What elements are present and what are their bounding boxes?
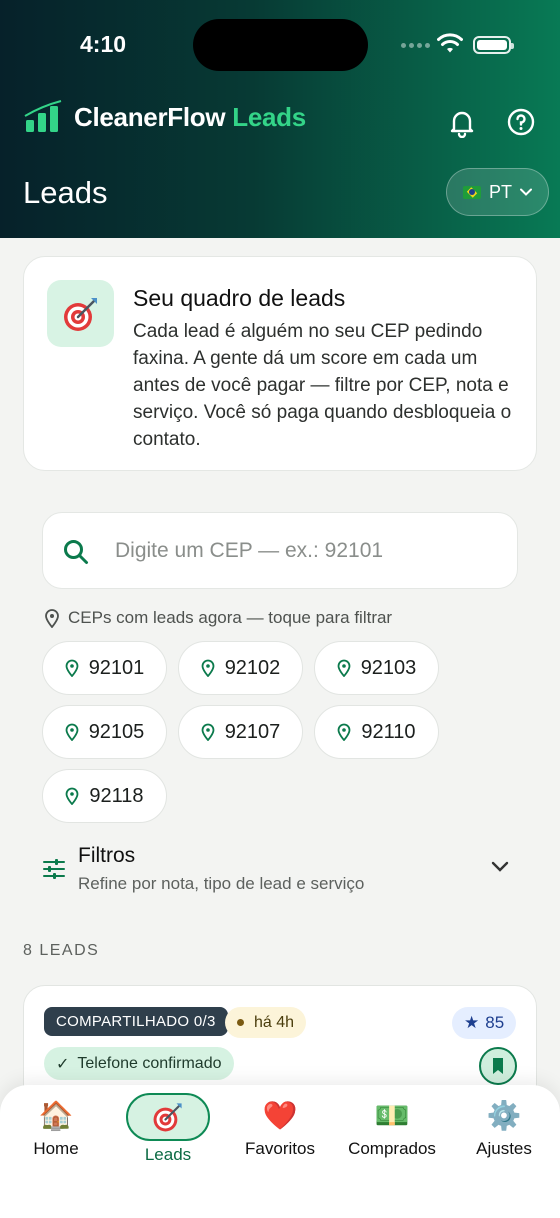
cep-chip[interactable]: 92110	[314, 705, 439, 759]
location-pin-icon	[65, 659, 79, 677]
filters-title: Filtros	[78, 844, 136, 867]
cep-search-input[interactable]	[115, 531, 495, 571]
language-label: PT	[488, 181, 512, 202]
screen: 4:10 CleanerFlow Leads Leads PT Seu quad…	[0, 0, 560, 1218]
cep-chip[interactable]: 92118	[42, 769, 167, 823]
cep-chip-label: 92118	[89, 784, 144, 807]
bookmark-button[interactable]	[479, 1047, 517, 1085]
language-selector[interactable]: PT	[446, 168, 549, 216]
location-pin-icon	[338, 723, 351, 741]
filters-subtitle: Refine por nota, tipo de lead e serviço	[78, 874, 365, 893]
location-pin-icon	[337, 659, 351, 677]
target-icon	[47, 280, 114, 347]
gear-icon: ⚙️	[486, 1099, 522, 1132]
signal-icon	[401, 43, 430, 48]
help-icon[interactable]	[507, 108, 535, 136]
sliders-icon	[43, 859, 65, 879]
cep-chip-label: 92107	[224, 720, 281, 743]
heart-icon: ❤️	[262, 1099, 298, 1132]
cep-search[interactable]	[42, 512, 518, 589]
nav-comprados-label: Comprados	[348, 1139, 436, 1158]
dot-icon	[237, 1019, 244, 1026]
intro-body: Cada lead é alguém no seu CEP pedindo fa…	[133, 321, 512, 450]
chevron-down-icon	[491, 861, 509, 872]
nav-favoritos[interactable]: ❤️ Favoritos	[224, 1099, 336, 1159]
nav-ajustes-label: Ajustes	[476, 1139, 532, 1158]
page-title: Leads	[23, 175, 108, 210]
nav-favoritos-label: Favoritos	[245, 1139, 315, 1158]
cep-chip[interactable]: 92101	[42, 641, 167, 695]
nav-home[interactable]: 🏠 Home	[0, 1099, 112, 1159]
location-pin-icon	[201, 723, 215, 741]
cep-hint-text: CEPs com leads agora — toque para filtra…	[68, 608, 393, 627]
filters-toggle[interactable]: Filtros Refine por nota, tipo de lead e …	[42, 840, 518, 900]
money-icon: 💵	[374, 1099, 410, 1132]
cep-chip[interactable]: 92105	[42, 705, 167, 759]
nav-ajustes[interactable]: ⚙️ Ajustes	[448, 1099, 560, 1159]
shared-badge: COMPARTILHADO 0/3	[44, 1007, 228, 1036]
bell-icon[interactable]	[448, 108, 476, 138]
battery-icon	[473, 36, 514, 54]
brand-logo: CleanerFlow Leads	[24, 100, 306, 134]
dynamic-island	[193, 19, 368, 71]
lead-count: 8 LEADS	[23, 942, 100, 959]
brand-name: CleanerFlow Leads	[74, 102, 306, 133]
chevron-down-icon	[520, 188, 532, 196]
cep-chip-label: 92105	[88, 720, 145, 743]
cep-hint: CEPs com leads agora — toque para filtra…	[44, 608, 392, 628]
wifi-icon	[437, 33, 463, 53]
bar-chart-logo-icon	[24, 100, 62, 132]
intro-title: Seu quadro de leads	[133, 285, 346, 311]
phone-verified-badge: ✓ Telefone confirmado	[44, 1047, 234, 1080]
brand-accent: Leads	[232, 101, 306, 132]
cep-chip[interactable]: 92102	[178, 641, 303, 695]
cep-chip[interactable]: 92107	[178, 705, 303, 759]
location-pin-icon	[66, 787, 79, 805]
location-pin-icon	[201, 659, 215, 677]
target-icon	[153, 1103, 182, 1132]
nav-leads[interactable]	[126, 1093, 210, 1141]
cep-chip[interactable]: 92103	[314, 641, 439, 695]
home-icon: 🏠	[38, 1099, 74, 1132]
search-icon	[64, 540, 88, 564]
time-badge: há 4h	[225, 1007, 307, 1038]
bookmark-icon	[493, 1058, 503, 1074]
cep-chip-label: 92103	[360, 656, 417, 679]
brand-main: CleanerFlow	[74, 101, 226, 132]
nav-leads-label[interactable]: Leads	[112, 1145, 224, 1165]
time-badge-label: há 4h	[254, 1013, 295, 1031]
nav-comprados[interactable]: 💵 Comprados	[336, 1099, 448, 1159]
star-icon: ★	[464, 1013, 480, 1032]
score-value: 85	[485, 1013, 505, 1032]
app-header: 4:10 CleanerFlow Leads Leads PT	[0, 0, 560, 238]
phone-verified-label: Telefone confirmado	[77, 1054, 222, 1072]
location-pin-icon	[45, 609, 59, 628]
cep-chips: 92101 92102 92103 92105 92107 92110 9211…	[42, 641, 452, 823]
status-time: 4:10	[80, 31, 127, 57]
cep-chip-label: 92110	[361, 720, 416, 743]
bottom-nav: 🏠 Home Leads ❤️ Favoritos 💵 Comprados ⚙️…	[0, 1085, 560, 1218]
cep-chip-label: 92101	[88, 656, 145, 679]
check-icon: ✓	[56, 1055, 70, 1073]
intro-card: Seu quadro de leads Cada lead é alguém n…	[23, 256, 537, 471]
nav-home-label: Home	[33, 1139, 79, 1158]
score-badge: ★ 85	[452, 1007, 517, 1039]
brazil-flag-icon	[462, 185, 481, 199]
cep-chip-label: 92102	[224, 656, 281, 679]
location-pin-icon	[65, 723, 79, 741]
